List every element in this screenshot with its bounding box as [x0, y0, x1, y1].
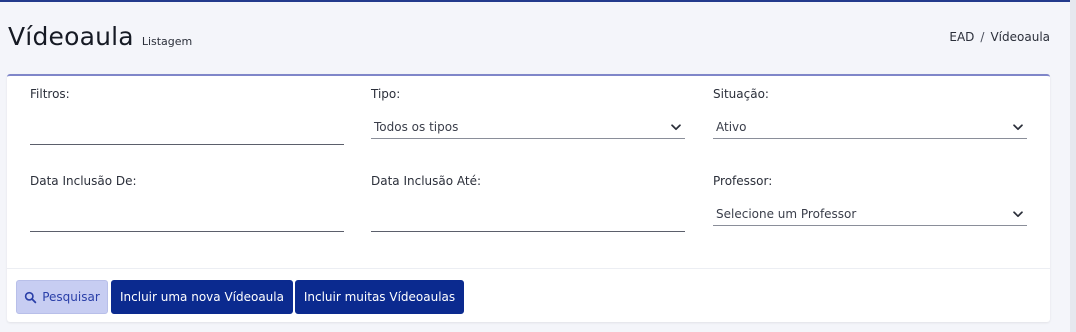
page-header: Vídeoaula Listagem	[8, 22, 192, 51]
professor-field: Professor: Selecione um Professor	[713, 174, 1027, 226]
filtros-input[interactable]	[30, 121, 344, 145]
search-button-label: Pesquisar	[42, 290, 100, 304]
add-videoaula-button[interactable]: Incluir uma nova Vídeoaula	[111, 280, 293, 314]
professor-select[interactable]: Selecione um Professor	[713, 202, 1027, 226]
tipo-select[interactable]: Todos os tipos	[371, 115, 685, 139]
breadcrumb-item-videoaula: Vídeoaula	[990, 30, 1050, 44]
data-de-field: Data Inclusão De:	[30, 174, 344, 232]
add-many-videoaulas-button[interactable]: Incluir muitas Vídeoaulas	[295, 280, 464, 314]
search-button[interactable]: Pesquisar	[16, 280, 108, 314]
data-de-input[interactable]	[30, 208, 344, 232]
breadcrumb-item-ead[interactable]: EAD	[949, 30, 974, 44]
situacao-selected-value: Ativo	[716, 119, 747, 134]
breadcrumb: EAD / Vídeoaula	[949, 30, 1050, 44]
filtros-label: Filtros:	[30, 87, 70, 101]
situacao-field: Situação: Ativo	[713, 87, 1027, 139]
scrollbar-track[interactable]	[1070, 0, 1076, 332]
chevron-down-icon	[1013, 123, 1023, 130]
chevron-down-icon	[671, 123, 681, 130]
data-de-label: Data Inclusão De:	[30, 174, 137, 188]
tipo-selected-value: Todos os tipos	[374, 119, 459, 134]
data-ate-input[interactable]	[371, 208, 685, 232]
professor-selected-value: Selecione um Professor	[716, 206, 857, 221]
situacao-label: Situação:	[713, 87, 769, 101]
search-icon	[25, 291, 37, 303]
add-videoaula-label: Incluir uma nova Vídeoaula	[120, 290, 284, 304]
page-title: Vídeoaula	[8, 22, 134, 51]
breadcrumb-separator: /	[980, 30, 985, 44]
professor-label: Professor:	[713, 174, 773, 188]
chevron-down-icon	[1013, 210, 1023, 217]
top-accent-line	[0, 0, 1076, 2]
add-many-videoaulas-label: Incluir muitas Vídeoaulas	[303, 290, 456, 304]
tipo-field: Tipo: Todos os tipos	[371, 87, 685, 139]
tipo-label: Tipo:	[371, 87, 401, 101]
data-ate-field: Data Inclusão Até:	[371, 174, 685, 232]
filtros-field: Filtros:	[30, 87, 344, 145]
card-footer: Pesquisar Incluir uma nova Vídeoaula Inc…	[7, 268, 1050, 322]
situacao-select[interactable]: Ativo	[713, 115, 1027, 139]
page-subtitle: Listagem	[141, 35, 193, 48]
data-ate-label: Data Inclusão Até:	[371, 174, 482, 188]
filter-card: Filtros: Tipo: Todos os tipos Situação: …	[7, 74, 1050, 322]
